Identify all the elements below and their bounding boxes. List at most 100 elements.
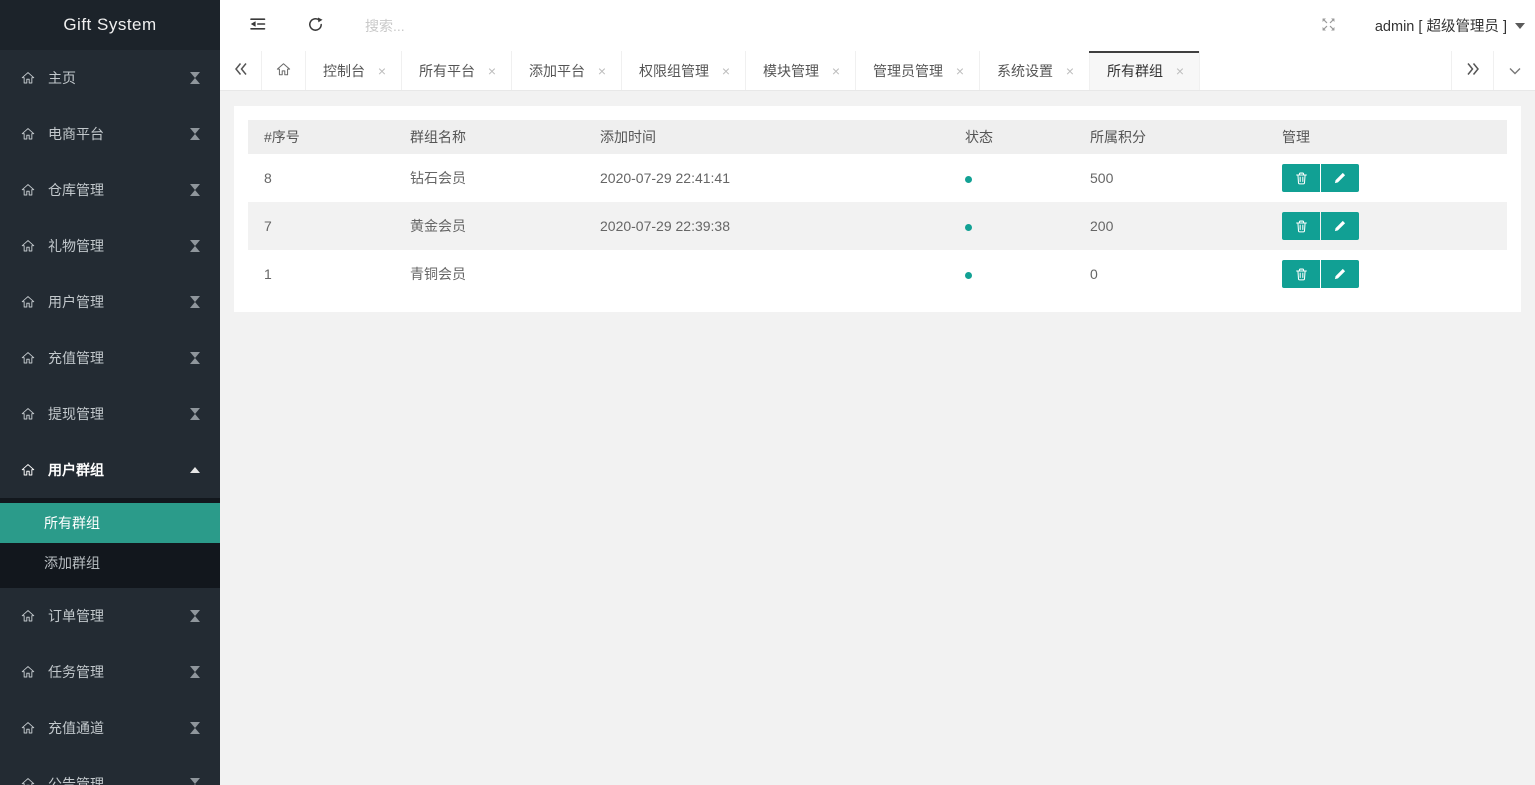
tab-label: 系统设置 <box>997 61 1053 81</box>
sidebar-item-8[interactable]: 订单管理 <box>0 588 220 644</box>
sidebar-item-label: 主页 <box>48 68 190 88</box>
sidebar-group: 提现管理 <box>0 386 220 442</box>
pencil-icon <box>1333 267 1347 281</box>
fullscreen-button[interactable] <box>1309 0 1349 51</box>
tab-2[interactable]: 添加平台 × <box>512 51 622 90</box>
action-button-group <box>1282 164 1491 192</box>
tabs-scroll-right-button[interactable] <box>1451 51 1493 90</box>
sidebar-group: 用户群组 所有群组 添加群组 <box>0 442 220 588</box>
cell-points: 500 <box>1074 154 1266 202</box>
tab-6[interactable]: 系统设置 × <box>980 51 1090 90</box>
delete-button[interactable] <box>1282 164 1320 192</box>
cell-status <box>949 154 1074 202</box>
close-icon[interactable]: × <box>829 64 843 78</box>
sidebar-item-6[interactable]: 提现管理 <box>0 386 220 442</box>
sidebar-item-label: 任务管理 <box>48 662 190 682</box>
cell-actions <box>1266 202 1507 250</box>
pencil-icon <box>1333 171 1347 185</box>
edit-button[interactable] <box>1321 164 1359 192</box>
sidebar-item-10[interactable]: 充值通道 <box>0 700 220 756</box>
sidebar-menu: 主页 电商平台 仓库管理 <box>0 50 220 785</box>
tab-7[interactable]: 所有群组 × <box>1090 51 1200 90</box>
fullscreen-icon <box>1320 16 1337 36</box>
close-icon[interactable]: × <box>1063 64 1077 78</box>
chevron-down-icon <box>190 128 200 140</box>
table-row: 1 青铜会员 0 <box>248 250 1507 298</box>
sidebar-item-11[interactable]: 公告管理 <box>0 756 220 785</box>
chevron-down-icon <box>1508 63 1522 79</box>
tab-label: 添加平台 <box>529 61 585 81</box>
sidebar-subitem-label: 添加群组 <box>44 555 100 571</box>
close-icon[interactable]: × <box>595 64 609 78</box>
sidebar-item-5[interactable]: 充值管理 <box>0 330 220 386</box>
chevron-down-icon <box>190 240 200 252</box>
close-icon[interactable]: × <box>719 64 733 78</box>
user-menu[interactable]: admin [ 超级管理员 ] <box>1375 15 1525 36</box>
column-header: 管理 <box>1266 120 1507 154</box>
close-icon[interactable]: × <box>485 64 499 78</box>
menu-fold-button[interactable] <box>238 0 278 51</box>
chevron-down-icon <box>190 467 200 473</box>
sidebar-item-4[interactable]: 用户管理 <box>0 274 220 330</box>
tab-5[interactable]: 管理员管理 × <box>856 51 980 90</box>
status-dot-icon <box>965 224 972 231</box>
status-dot-icon <box>965 176 972 183</box>
sidebar-item-7[interactable]: 用户群组 <box>0 442 220 498</box>
edit-button[interactable] <box>1321 260 1359 288</box>
sidebar-item-label: 电商平台 <box>48 124 190 144</box>
sidebar-subitem-label: 所有群组 <box>44 515 100 531</box>
sidebar-item-1[interactable]: 电商平台 <box>0 106 220 162</box>
edit-button[interactable] <box>1321 212 1359 240</box>
cell-add-time <box>584 250 949 298</box>
sidebar-item-label: 充值管理 <box>48 348 190 368</box>
home-icon <box>20 126 36 142</box>
tabs-menu-button[interactable] <box>1493 51 1535 90</box>
cell-group-name: 青铜会员 <box>394 250 584 298</box>
cell-status <box>949 250 1074 298</box>
topbar-right: admin [ 超级管理员 ] <box>1309 0 1535 51</box>
chevron-down-icon <box>190 778 200 785</box>
tab-home[interactable] <box>262 51 306 90</box>
trash-icon <box>1294 219 1309 234</box>
column-header: 所属积分 <box>1074 120 1266 154</box>
status-dot-icon <box>965 272 972 279</box>
close-icon[interactable]: × <box>375 64 389 78</box>
sidebar-item-3[interactable]: 礼物管理 <box>0 218 220 274</box>
sidebar-group: 电商平台 <box>0 106 220 162</box>
tabs-scroll-left-button[interactable] <box>220 51 262 90</box>
chevron-down-icon <box>1515 23 1525 29</box>
close-icon[interactable]: × <box>1173 64 1187 78</box>
table-card: #序号群组名称添加时间状态所属积分管理 8 钻石会员 2020-07-29 22… <box>234 106 1521 312</box>
cell-id: 8 <box>248 154 394 202</box>
column-header: 群组名称 <box>394 120 584 154</box>
sidebar-item-0[interactable]: 主页 <box>0 50 220 106</box>
refresh-button[interactable] <box>295 0 335 51</box>
top-header: admin [ 超级管理员 ] <box>220 0 1535 51</box>
table-header: #序号群组名称添加时间状态所属积分管理 <box>248 120 1507 154</box>
sidebar-item-2[interactable]: 仓库管理 <box>0 162 220 218</box>
main-area: admin [ 超级管理员 ] 控制台 × 所有平台 × 添加平台 × 权限组管… <box>220 0 1535 785</box>
sidebar-item-label: 公告管理 <box>48 774 190 785</box>
sidebar-item-label: 充值通道 <box>48 718 190 738</box>
refresh-icon <box>306 15 325 37</box>
tab-1[interactable]: 所有平台 × <box>402 51 512 90</box>
sidebar-item-label: 用户管理 <box>48 292 190 312</box>
tab-4[interactable]: 模块管理 × <box>746 51 856 90</box>
sidebar-group: 任务管理 <box>0 644 220 700</box>
sidebar-subitem-7-1[interactable]: 添加群组 <box>0 543 220 583</box>
sidebar-group: 用户管理 <box>0 274 220 330</box>
cell-group-name: 钻石会员 <box>394 154 584 202</box>
tab-0[interactable]: 控制台 × <box>306 51 402 90</box>
home-icon <box>20 720 36 736</box>
sidebar-item-9[interactable]: 任务管理 <box>0 644 220 700</box>
cell-actions <box>1266 250 1507 298</box>
chevron-down-icon <box>190 296 200 308</box>
search-input[interactable] <box>365 18 785 34</box>
tab-3[interactable]: 权限组管理 × <box>622 51 746 90</box>
sidebar-group: 订单管理 <box>0 588 220 644</box>
close-icon[interactable]: × <box>953 64 967 78</box>
delete-button[interactable] <box>1282 212 1320 240</box>
sidebar-group: 充值管理 <box>0 330 220 386</box>
sidebar-subitem-7-0[interactable]: 所有群组 <box>0 503 220 543</box>
delete-button[interactable] <box>1282 260 1320 288</box>
